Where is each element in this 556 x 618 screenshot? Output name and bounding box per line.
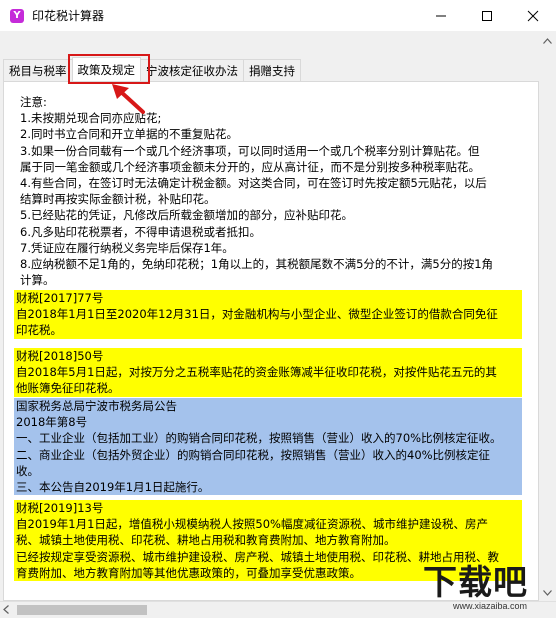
block-line: 财税[2018]50号 [16, 349, 104, 363]
block-line: 收。 [16, 463, 39, 478]
scrollbar-thumb[interactable] [17, 605, 147, 615]
block-line: 印花税。 [16, 323, 62, 338]
block-line: 税、城镇土地使用税、印花税、耕地占用税和教育费附加、地方教育附加。 [16, 533, 396, 548]
notes-section: 注意: 1.未按期兑现合同亦应贴花; 2.同时书立合同和开立单据的不重复贴花。 … [20, 94, 530, 288]
tab-donate[interactable]: 捐赠支持 [243, 59, 301, 81]
close-button[interactable] [510, 0, 556, 31]
block-line: 二、商业企业（包括外贸企业）的购销合同印花税，按照销售（营业）收入的40%比例核… [16, 447, 491, 462]
tab-tax-items[interactable]: 税目与税率 [3, 59, 73, 81]
tab-strip: 税目与税率 政策及规定 宁波核定征收办法 捐赠支持 [3, 57, 301, 81]
block-line: 自2018年5月1日起，对按万分之五税率贴花的资金账簿减半征收印花税，对按件贴花… [16, 365, 497, 380]
block-line: 财税[2017]77号 [16, 291, 104, 305]
tab-label: 税目与税率 [9, 63, 67, 78]
tab-label: 宁波核定征收办法 [146, 63, 238, 78]
note-line: 1.未按期兑现合同亦应贴花; [20, 111, 162, 126]
horizontal-scrollbar[interactable] [0, 601, 556, 618]
block-line: 已经按规定享受资源税、城市维护建设税、房产税、城镇土地使用税、印花税、耕地占用税… [16, 549, 499, 564]
note-line: 3.如果一份合同载有一个或几个经济事项，可以同时适用一个或几个税率分别计算贴花。… [20, 143, 480, 158]
window-controls [418, 0, 556, 31]
minimize-icon [436, 15, 446, 16]
maximize-button[interactable] [464, 0, 510, 31]
policy-panel: 注意: 1.未按期兑现合同亦应贴花; 2.同时书立合同和开立单据的不重复贴花。 … [3, 81, 539, 601]
minimize-button[interactable] [418, 0, 464, 31]
note-line: 计算。 [20, 273, 55, 288]
policy-block-2018-50: 财税[2018]50号 自2018年5月1日起，对按万分之五税率贴花的资金账簿减… [14, 348, 522, 397]
note-line: 6.凡多贴印花税票者，不得申请退税或者抵扣。 [20, 224, 261, 239]
title-bar: Y 印花税计算器 [0, 0, 556, 31]
chevron-left-icon [3, 605, 9, 614]
note-line: 7.凭证应在履行纳税义务完毕后保存1年。 [20, 240, 234, 255]
note-line: 2.同时书立合同和开立单据的不重复贴花。 [20, 127, 238, 142]
chevron-up-icon [542, 38, 552, 44]
scroll-left-icon[interactable] [3, 605, 9, 616]
scroll-down-button[interactable] [540, 586, 554, 600]
block-line: 国家税务总局宁波市税务局公告 [16, 399, 177, 413]
tab-label: 捐赠支持 [249, 63, 295, 78]
note-line: 5.已经贴花的凭证，凡修改后所载金额增加的部分，应补贴印花。 [20, 208, 353, 223]
policy-block-2017-77: 财税[2017]77号 自2018年1月1日至2020年12月31日，对金融机构… [14, 290, 522, 339]
note-line: 结算时再按实际金额计税，补贴印花。 [20, 192, 216, 207]
note-line: 属于同一笔金额或几个经济事项金额未分开的，应从高计征，而不是分别按多种税率贴花。 [20, 159, 480, 174]
app-icon-letter: Y [13, 9, 21, 21]
notes-heading: 注意: [20, 95, 47, 109]
block-line: 财税[2019]13号 [16, 501, 104, 515]
block-line: 2018年第8号 [16, 415, 88, 430]
policy-block-ningbo-2018-8: 国家税务总局宁波市税务局公告 2018年第8号 一、工业企业（包括加工业）的购销… [14, 398, 522, 496]
tab-ningbo-method[interactable]: 宁波核定征收办法 [140, 59, 244, 81]
app-icon: Y [10, 8, 24, 23]
note-line: 8.应纳税额不足1角的，免纳印花税；1角以上的，其税额尾数不满5分的不计，满5分… [20, 257, 494, 272]
chevron-down-icon [542, 590, 552, 596]
maximize-icon [482, 10, 492, 21]
block-line: 育费附加、地方教育附加等其他优惠政策的，可叠加享受优惠政策。 [16, 565, 361, 580]
block-line: 一、工业企业（包括加工业）的购销合同印花税，按照销售（营业）收入的70%比例核定… [16, 431, 502, 446]
policy-block-2019-13: 财税[2019]13号 自2019年1月1日起，增值税小规模纳税人按照50%幅度… [14, 500, 522, 582]
scroll-up-button[interactable] [540, 34, 554, 48]
block-line: 三、本公告自2019年1月1日起施行。 [16, 480, 210, 495]
close-icon [527, 10, 539, 21]
block-line: 他账簿免征印花税。 [16, 381, 120, 396]
client-area: 税目与税率 政策及规定 宁波核定征收办法 捐赠支持 注意: 1.未按期兑现合同亦… [0, 31, 556, 618]
tab-label: 政策及规定 [77, 62, 136, 77]
block-line: 自2019年1月1日起，增值税小规模纳税人按照50%幅度减征资源税、城市维护建设… [16, 517, 488, 532]
tab-policies[interactable]: 政策及规定 [71, 57, 141, 81]
window-title: 印花税计算器 [32, 9, 105, 23]
block-line: 自2018年1月1日至2020年12月31日，对金融机构与小型企业、微型企业签订… [16, 307, 498, 322]
note-line: 4.有些合同，在签订时无法确定计税金额。对这类合同，可在签订时先按定额5元贴花，… [20, 176, 487, 191]
